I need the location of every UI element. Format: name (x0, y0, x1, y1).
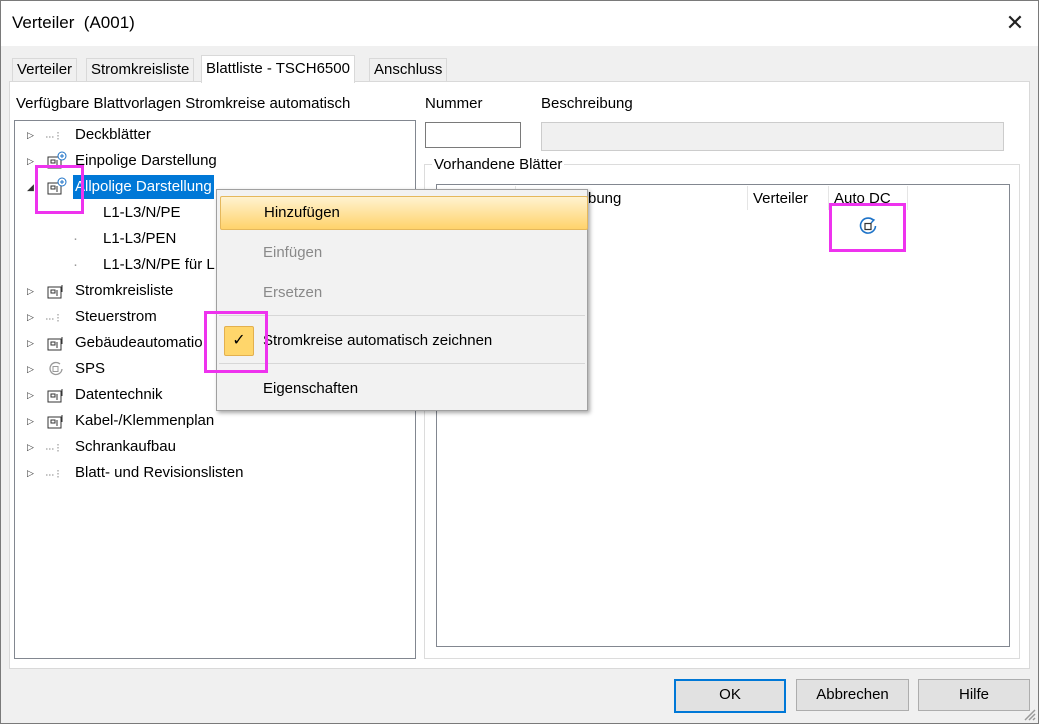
check-icon: ✓ (224, 326, 254, 356)
tree-item-label: Blatt- und Revisionslisten (75, 464, 244, 481)
tree-item-label: Einpolige Darstellung (75, 152, 217, 169)
menu-item-einfuegen[interactable]: Einfügen (217, 237, 587, 269)
tree-item-label: Allpolige Darstellung (73, 175, 214, 199)
column-header-auto-dc[interactable]: Auto DC (834, 188, 891, 210)
dotted-branch-icon (46, 470, 59, 478)
beschreibung-label: Beschreibung (541, 95, 633, 112)
ok-button[interactable]: OK (674, 679, 786, 713)
tree-item-label: Stromkreisliste (75, 282, 174, 299)
tree-item-kabel-klemmenplan[interactable]: ▷ Kabel-/Klemmenplan (15, 409, 413, 433)
tree-item-label: SPS (75, 360, 106, 377)
menu-separator (219, 315, 585, 316)
beschreibung-input[interactable] (541, 122, 1004, 151)
tree-line: · (73, 230, 78, 247)
help-button[interactable]: Hilfe (918, 679, 1030, 711)
tab-verteiler[interactable]: Verteiler (12, 58, 78, 81)
column-divider (747, 186, 748, 210)
tree-item-schrankaufbau[interactable]: ▷ Schrankaufbau (15, 435, 413, 459)
tree-item-label: Kabel-/Klemmenplan (75, 412, 215, 429)
column-divider (907, 186, 908, 210)
cancel-button[interactable]: Abbrechen (796, 679, 909, 711)
sheet-group-icon (47, 285, 63, 299)
menu-item-label: Hinzufügen (264, 204, 340, 221)
sheet-group-icon (47, 177, 67, 195)
expand-icon[interactable]: ▷ (27, 123, 37, 147)
dotted-branch-icon (46, 132, 59, 140)
title-bar (0, 0, 1039, 46)
collapse-icon[interactable]: ◢ (27, 175, 37, 199)
expand-icon[interactable]: ▷ (27, 409, 37, 433)
templates-heading: Verfügbare Blattvorlagen Stromkreise aut… (16, 95, 351, 112)
menu-item-ersetzen[interactable]: Ersetzen (217, 277, 587, 309)
tree-item-label: Schrankaufbau (75, 438, 176, 455)
column-header-beschreibung[interactable]: bung (588, 188, 621, 210)
tree-item-einpolige[interactable]: ▷ Einpolige Darstellung (15, 149, 413, 173)
menu-separator (219, 363, 585, 364)
tree-item-label: Datentechnik (75, 386, 163, 403)
nummer-label: Nummer (425, 95, 483, 112)
column-divider (828, 186, 829, 210)
close-icon[interactable]: ✕ (1000, 8, 1030, 38)
window-title: Verteiler (A001) (12, 13, 135, 32)
menu-item-label: Eigenschaften (263, 380, 359, 397)
menu-item-eigenschaften[interactable]: Eigenschaften (217, 373, 587, 405)
resize-grip-icon[interactable] (1020, 705, 1036, 721)
sheet-group-icon (47, 337, 63, 351)
expand-icon[interactable]: ▷ (27, 305, 37, 329)
tab-stromkreisliste[interactable]: Stromkreisliste (86, 58, 195, 81)
tree-item-label: Steuerstrom (75, 308, 157, 325)
menu-item-label: Stromkreise automatisch zeichnen (263, 332, 493, 349)
tree-item-label: Deckblätter (75, 126, 151, 143)
tab-blattliste[interactable]: Blattliste - TSCH6500 (201, 55, 355, 83)
menu-item-stromkreise-automatisch[interactable]: ✓ Stromkreise automatisch zeichnen (217, 325, 587, 357)
tree-item-label: Gebäudeautomatio (75, 334, 203, 351)
tree-item-label: L1-L3/PEN (103, 230, 177, 247)
expand-icon[interactable]: ▷ (27, 279, 37, 303)
auto-dc-icon[interactable] (857, 215, 879, 237)
sheet-group-icon (47, 415, 63, 429)
sheet-group-icon (47, 151, 67, 169)
dotted-branch-icon (46, 314, 59, 322)
tree-item-deckblaetter[interactable]: ▷ Deckblätter (15, 123, 413, 147)
menu-item-label: Einfügen (263, 244, 323, 261)
expand-icon[interactable]: ▷ (27, 357, 37, 381)
expand-icon[interactable]: ▷ (27, 383, 37, 407)
expand-icon[interactable]: ▷ (27, 331, 37, 355)
tree-item-blatt-revisionslisten[interactable]: ▷ Blatt- und Revisionslisten (15, 461, 413, 485)
existing-sheets-label: Vorhandene Blätter (432, 156, 565, 173)
expand-icon[interactable]: ▷ (27, 149, 37, 173)
context-menu: Hinzufügen Einfügen Ersetzen ✓ Stromkrei… (216, 189, 588, 411)
menu-item-hinzufuegen[interactable]: Hinzufügen (220, 196, 588, 230)
dotted-branch-icon (46, 444, 59, 452)
tree-item-label: L1-L3/N/PE (103, 204, 181, 221)
expand-icon[interactable]: ▷ (27, 461, 37, 485)
tree-line: · (73, 204, 78, 221)
tree-item-label: L1-L3/N/PE für L (103, 256, 215, 273)
tab-anschluss[interactable]: Anschluss (369, 58, 448, 81)
column-header-verteiler[interactable]: Verteiler (753, 188, 808, 210)
menu-item-label: Ersetzen (263, 284, 323, 301)
expand-icon[interactable]: ▷ (27, 435, 37, 459)
tree-line: · (73, 256, 78, 273)
sheet-group-icon (47, 389, 63, 403)
auto-dc-icon (49, 361, 63, 376)
nummer-input[interactable] (425, 122, 521, 148)
